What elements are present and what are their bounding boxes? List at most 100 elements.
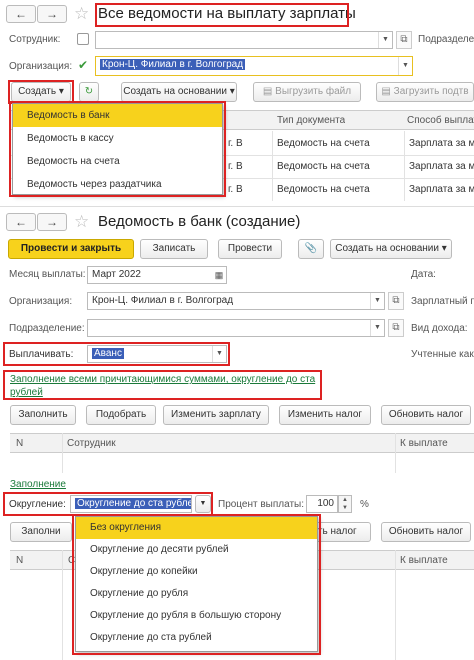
create-based-button[interactable]: Создать на основании ▾	[121, 82, 237, 102]
rounding-menu: Без округления Округление до десяти рубл…	[75, 516, 318, 652]
pay-field[interactable]: Аванс ▼	[87, 345, 227, 363]
employees-table-header: N Сотрудник К выплате	[10, 433, 474, 453]
chevron-down-icon[interactable]: ▼	[370, 293, 384, 309]
org-label: Организация:	[9, 296, 73, 307]
divider	[404, 131, 405, 201]
refresh-tax-button-2[interactable]: Обновить налог	[381, 522, 471, 542]
col-payment-method: Способ выплат	[407, 115, 474, 126]
table-cell: Ведомость на счета	[277, 138, 370, 149]
fill-button-2[interactable]: Заполни	[10, 522, 72, 542]
month-label: Месяц выплаты:	[9, 269, 86, 280]
org-value: Крон-Ц. Филиал в г. Волгоград	[92, 295, 234, 306]
import-button[interactable]: ▤ Загрузить подтв	[376, 82, 474, 102]
chevron-down-icon[interactable]: ▼	[370, 320, 384, 336]
col-employee: Сотрудник	[67, 438, 116, 449]
fill-settings-link[interactable]: Заполнение всеми причитающимися суммами,…	[10, 373, 320, 399]
org-label: Организация:	[9, 61, 73, 72]
check-icon[interactable]: ✔	[78, 59, 88, 71]
paperclip-icon[interactable]: 📎	[298, 239, 324, 259]
col-n: N	[16, 438, 24, 449]
table-row[interactable]: г. В	[228, 157, 243, 177]
employee-checkbox[interactable]	[77, 33, 89, 45]
menu-item-round-ruble[interactable]: Округление до рубля	[76, 583, 317, 605]
chevron-down-icon[interactable]: ▼	[212, 346, 226, 362]
table-cell: Зарплата за м	[409, 138, 474, 149]
create-button[interactable]: Создать ▾	[11, 82, 71, 102]
page-title: Все ведомости на выплату зарплаты	[98, 5, 356, 22]
menu-item-distributor[interactable]: Ведомость через раздатчика	[13, 173, 222, 196]
menu-item-round-kopeck[interactable]: Округление до копейки	[76, 561, 317, 583]
menu-item-bank[interactable]: Ведомость в банк	[13, 104, 222, 127]
document-title: Ведомость в банк (создание)	[98, 213, 301, 230]
table-row[interactable]: г. В	[228, 134, 243, 154]
percent-sign: %	[360, 499, 369, 510]
create-based-button[interactable]: Создать на основании ▾	[330, 239, 452, 259]
menu-item-accounts[interactable]: Ведомость на счета	[13, 150, 222, 173]
col-doc-type: Тип документа	[277, 115, 346, 126]
table-cell: Зарплата за м	[409, 184, 474, 195]
refresh-tax-button[interactable]: Обновить налог	[381, 405, 471, 425]
month-field[interactable]: Март 2022 ▦	[87, 266, 227, 284]
income-type-label: Вид дохода:	[411, 323, 468, 334]
post-button[interactable]: Провести	[218, 239, 282, 259]
month-value: Март 2022	[92, 269, 141, 280]
divider	[0, 206, 474, 207]
table-row[interactable]: г. В	[228, 180, 243, 200]
menu-item-round-100[interactable]: Округление до ста рублей	[76, 627, 317, 649]
menu-item-no-rounding[interactable]: Без округления	[76, 517, 317, 539]
table-cell: Зарплата за м	[409, 161, 474, 172]
change-salary-button[interactable]: Изменить зарплату	[163, 405, 269, 425]
pay-label: Выплачивать:	[9, 349, 74, 360]
date-label: Дата:	[411, 269, 436, 280]
menu-item-cash[interactable]: Ведомость в кассу	[13, 127, 222, 150]
spinner-icon[interactable]: ▲ ▼	[338, 495, 352, 513]
subdivision-label: Подразделение:	[9, 323, 85, 334]
back-button[interactable]: ←	[6, 213, 36, 231]
open-icon[interactable]: ⧉	[388, 292, 404, 310]
save-button[interactable]: Записать	[140, 239, 208, 259]
employee-label: Сотрудник:	[9, 34, 61, 45]
fill-button[interactable]: Заполнить	[10, 405, 76, 425]
org-field[interactable]: Крон-Ц. Филиал в г. Волгоград ▼	[95, 56, 413, 76]
table-cell: Ведомость на счета	[277, 184, 370, 195]
star-icon[interactable]: ☆	[74, 5, 89, 23]
refresh-icon[interactable]: ↻	[79, 82, 99, 102]
subdivision-field[interactable]: ▼	[87, 319, 385, 337]
divider	[395, 433, 396, 473]
rounding-label: Округление:	[9, 499, 66, 510]
change-tax-button[interactable]: Изменить налог	[279, 405, 371, 425]
menu-item-round-ruble-up[interactable]: Округление до рубля в большую сторону	[76, 605, 317, 627]
divider	[62, 550, 63, 660]
accounted-label: Учтенные как	[411, 349, 474, 360]
percent-label: Процент выплаты:	[218, 499, 305, 510]
divider	[272, 131, 273, 201]
create-menu: Ведомость в банк Ведомость в кассу Ведом…	[12, 103, 223, 195]
col-n: N	[16, 555, 24, 566]
percent-field[interactable]: 100	[306, 495, 338, 513]
table-cell: Ведомость на счета	[277, 161, 370, 172]
pay-value: Аванс	[92, 348, 124, 359]
back-button[interactable]: ←	[6, 5, 36, 23]
rounding-field[interactable]: Округление до ста рублей	[70, 495, 192, 513]
open-icon[interactable]: ⧉	[388, 319, 404, 337]
chevron-down-icon[interactable]: ▼	[398, 57, 412, 75]
org-field[interactable]: Крон-Ц. Филиал в г. Волгоград ▼	[87, 292, 385, 310]
col-to-pay: К выплате	[400, 555, 448, 566]
chevron-down-icon[interactable]: ▼	[195, 495, 211, 513]
menu-item-round-10[interactable]: Округление до десяти рублей	[76, 539, 317, 561]
fill-link[interactable]: Заполнение	[10, 478, 66, 491]
post-and-close-button[interactable]: Провести и закрыть	[8, 239, 134, 259]
chevron-down-icon[interactable]: ▼	[378, 32, 392, 48]
calendar-icon[interactable]: ▦	[212, 267, 226, 283]
export-button[interactable]: ▤ Выгрузить файл	[253, 82, 361, 102]
col-to-pay: К выплате	[400, 438, 448, 449]
salary-project-label: Зарплатный п	[411, 296, 474, 307]
open-icon[interactable]: ⧉	[396, 31, 412, 49]
star-icon[interactable]: ☆	[74, 213, 89, 231]
forward-button[interactable]: →	[37, 5, 67, 23]
forward-button[interactable]: →	[37, 213, 67, 231]
employee-field[interactable]: ▼	[95, 31, 393, 49]
rounding-value: Округление до ста рублей	[75, 498, 191, 509]
divider	[62, 433, 63, 473]
pick-button[interactable]: Подобрать	[86, 405, 156, 425]
